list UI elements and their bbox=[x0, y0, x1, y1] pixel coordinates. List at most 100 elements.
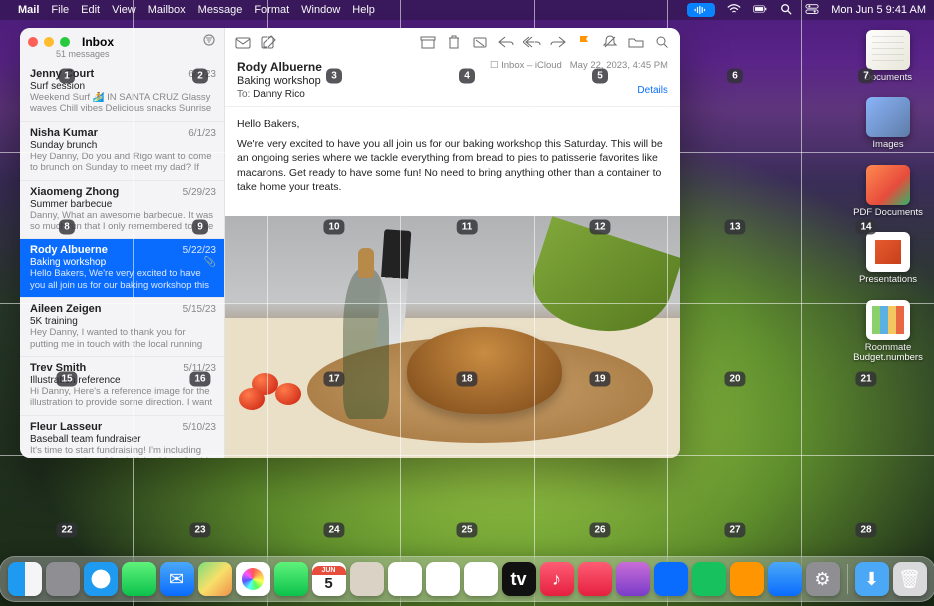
junk-icon[interactable] bbox=[470, 33, 490, 51]
grid-number-23: 23 bbox=[189, 523, 210, 538]
dock-calendar[interactable]: JUN5 bbox=[312, 562, 346, 596]
reply-icon[interactable] bbox=[496, 33, 516, 51]
menu-file[interactable]: File bbox=[51, 4, 69, 16]
dock-numbers[interactable] bbox=[692, 562, 726, 596]
menu-view[interactable]: View bbox=[112, 4, 136, 16]
msg-date: 5/11/23 bbox=[183, 363, 216, 374]
forward-icon[interactable] bbox=[548, 33, 568, 51]
menu-window[interactable]: Window bbox=[301, 4, 340, 16]
dock-news[interactable] bbox=[578, 562, 612, 596]
documents-folder-icon bbox=[866, 30, 910, 70]
message-row[interactable]: Rody Albuerne5/22/23Baking workshop📎Hell… bbox=[20, 239, 224, 298]
images-folder-icon bbox=[866, 97, 910, 137]
flag-icon[interactable] bbox=[574, 33, 594, 51]
menu-edit[interactable]: Edit bbox=[81, 4, 100, 16]
message-row[interactable]: Nisha Kumar6/1/23Sunday brunchHey Danny,… bbox=[20, 122, 224, 181]
grid-number-25: 25 bbox=[456, 523, 477, 538]
window-zoom-button[interactable] bbox=[60, 37, 70, 47]
reader-pane: Rody Albuerne Baking workshop To: Danny … bbox=[225, 28, 680, 458]
message-header: Rody Albuerne Baking workshop To: Danny … bbox=[225, 56, 680, 107]
message-row[interactable]: Trev Smith5/11/23Illustration referenceH… bbox=[20, 357, 224, 416]
dock-finder[interactable] bbox=[8, 562, 42, 596]
window-close-button[interactable] bbox=[28, 37, 38, 47]
control-center-icon[interactable] bbox=[805, 3, 819, 18]
msg-subject: 5K training bbox=[30, 316, 216, 327]
dock-pages[interactable] bbox=[730, 562, 764, 596]
roommate-budget-file[interactable]: Roommate Budget.numbers bbox=[848, 300, 928, 364]
mute-icon[interactable] bbox=[600, 33, 620, 51]
mail-toolbar bbox=[225, 28, 680, 56]
msg-subject: Baseball team fundraiser bbox=[30, 434, 216, 445]
details-link[interactable]: Details bbox=[490, 85, 668, 96]
menu-message[interactable]: Message bbox=[198, 4, 243, 16]
images-folder-label: Images bbox=[872, 140, 903, 150]
dock-appstore[interactable] bbox=[768, 562, 802, 596]
desktop-icons: Documents Images PDF Documents Presentation… bbox=[848, 30, 928, 364]
dock-tv[interactable]: tv bbox=[502, 562, 536, 596]
dock-downloads[interactable]: ⬇ bbox=[855, 562, 889, 596]
dock-contacts[interactable] bbox=[350, 562, 384, 596]
voice-control-indicator[interactable] bbox=[687, 3, 715, 17]
message-list[interactable]: Jenny Court6/3/23Surf sessionWeekend Sur… bbox=[20, 63, 224, 458]
spotlight-icon[interactable] bbox=[779, 3, 793, 18]
menu-mailbox[interactable]: Mailbox bbox=[148, 4, 186, 16]
msg-subject: Illustration reference bbox=[30, 375, 216, 386]
message-row[interactable]: Xiaomeng Zhong5/29/23Summer barbecueDann… bbox=[20, 181, 224, 240]
presentations-folder[interactable]: Presentations bbox=[848, 232, 928, 285]
battery-icon[interactable] bbox=[753, 3, 767, 18]
dock-music[interactable]: ♪ bbox=[540, 562, 574, 596]
grid-number-22: 22 bbox=[56, 523, 77, 538]
message-attachment-image[interactable] bbox=[225, 216, 680, 458]
menu-clock[interactable]: Mon Jun 5 9:41 AM bbox=[831, 4, 926, 16]
dock-reminders[interactable] bbox=[388, 562, 422, 596]
msg-preview: Hey Danny, Do you and Rigo want to come … bbox=[30, 151, 216, 174]
move-icon[interactable] bbox=[626, 33, 646, 51]
msg-sender: Xiaomeng Zhong bbox=[30, 186, 119, 198]
documents-folder[interactable]: Documents bbox=[848, 30, 928, 83]
dock-trash[interactable]: 🗑 bbox=[893, 562, 927, 596]
grid-number-24: 24 bbox=[323, 523, 344, 538]
dock-keynote[interactable] bbox=[654, 562, 688, 596]
header-mailbox: ☐ Inbox – iCloud bbox=[490, 60, 562, 71]
dock-safari[interactable] bbox=[84, 562, 118, 596]
filter-icon[interactable] bbox=[202, 34, 216, 49]
dock-mail[interactable]: ✉ bbox=[160, 562, 194, 596]
header-timestamp: May 22, 2023, 4:45 PM bbox=[570, 60, 668, 71]
reply-all-icon[interactable] bbox=[522, 33, 542, 51]
get-mail-icon[interactable] bbox=[233, 33, 253, 51]
presentations-folder-label: Presentations bbox=[859, 275, 917, 285]
msg-sender: Aileen Zeigen bbox=[30, 303, 102, 315]
trash-icon[interactable] bbox=[444, 33, 464, 51]
microphone-icon bbox=[694, 4, 708, 16]
msg-date: 5/10/23 bbox=[183, 422, 216, 433]
menu-app[interactable]: Mail bbox=[18, 4, 39, 16]
dock-settings[interactable]: ⚙ bbox=[806, 562, 840, 596]
menu-help[interactable]: Help bbox=[352, 4, 375, 16]
msg-sender: Fleur Lasseur bbox=[30, 421, 102, 433]
msg-preview: Weekend Surf 🏄 IN SANTA CRUZ Glassy wave… bbox=[30, 92, 216, 115]
message-row[interactable]: Aileen Zeigen5/15/235K trainingHey Danny… bbox=[20, 298, 224, 357]
images-folder[interactable]: Images bbox=[848, 97, 928, 150]
presentations-folder-icon bbox=[866, 232, 910, 272]
dock-notes[interactable] bbox=[426, 562, 460, 596]
dock-maps[interactable] bbox=[198, 562, 232, 596]
msg-date: 6/3/23 bbox=[188, 69, 216, 80]
dock-photos[interactable] bbox=[236, 562, 270, 596]
menu-format[interactable]: Format bbox=[254, 4, 289, 16]
dock: ✉ JUN5 tv♪ ⚙ ⬇🗑 bbox=[0, 556, 934, 602]
window-minimize-button[interactable] bbox=[44, 37, 54, 47]
compose-icon[interactable] bbox=[259, 33, 279, 51]
documents-folder-label: Documents bbox=[864, 73, 912, 83]
dock-podcasts[interactable] bbox=[616, 562, 650, 596]
message-row[interactable]: Jenny Court6/3/23Surf sessionWeekend Sur… bbox=[20, 63, 224, 122]
archive-icon[interactable] bbox=[418, 33, 438, 51]
dock-freeform[interactable] bbox=[464, 562, 498, 596]
pdf-documents-folder[interactable]: PDF Documents bbox=[848, 165, 928, 218]
dock-facetime[interactable] bbox=[274, 562, 308, 596]
dock-launchpad[interactable] bbox=[46, 562, 80, 596]
search-icon[interactable] bbox=[652, 33, 672, 51]
dock-messages[interactable] bbox=[122, 562, 156, 596]
msg-preview: Hi Danny, Here's a reference image for t… bbox=[30, 386, 216, 409]
message-row[interactable]: Fleur Lasseur 5/10/23Baseball team fundra… bbox=[20, 416, 224, 458]
wifi-icon[interactable] bbox=[727, 3, 741, 18]
